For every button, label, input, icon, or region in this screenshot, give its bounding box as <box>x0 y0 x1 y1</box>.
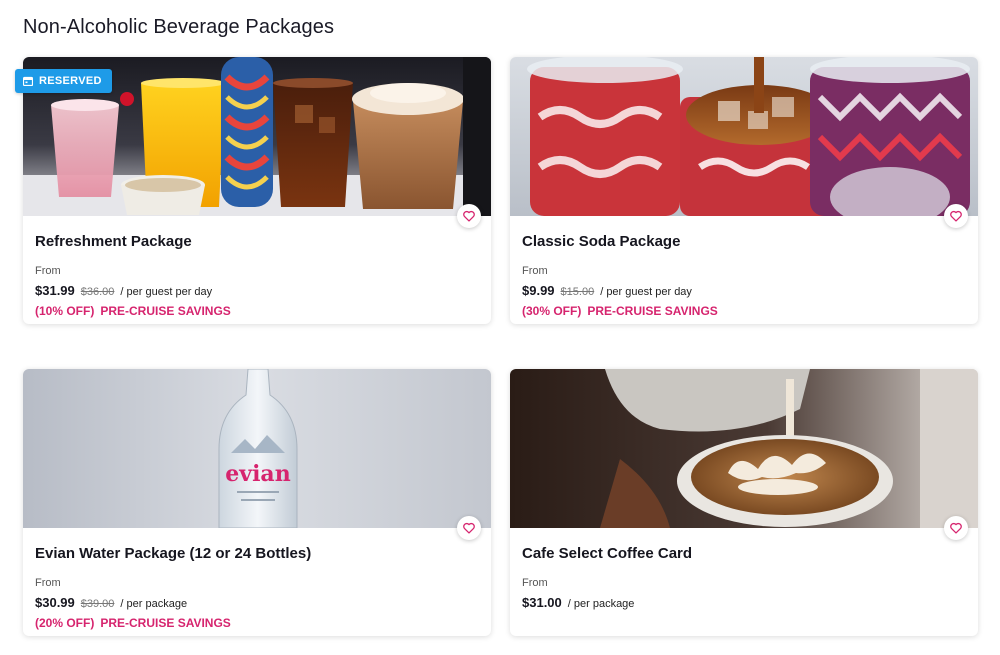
from-label: From <box>35 265 61 277</box>
package-card-evian-water[interactable]: evian Evian Water Package (12 or 24 Bott… <box>23 369 491 636</box>
discount-percent: (30% OFF) <box>522 304 582 318</box>
favorite-button[interactable] <box>944 204 968 228</box>
original-price: $36.00 <box>80 286 115 298</box>
discount-percent: (20% OFF) <box>35 616 95 630</box>
package-card-classic-soda[interactable]: Classic Soda Package From $9.99 $15.00 /… <box>510 57 978 324</box>
reserved-badge: RESERVED <box>15 69 112 93</box>
heart-icon <box>463 522 475 534</box>
evian-bottle-label: evian <box>225 461 290 487</box>
original-price: $39.00 <box>80 598 115 610</box>
savings-label: PRE-CRUISE SAVINGS <box>587 304 718 318</box>
price-unit: / per package <box>567 598 635 610</box>
original-price: $15.00 <box>560 286 595 298</box>
price-row: $31.00 / per package <box>522 595 966 612</box>
section-title: Non-Alcoholic Beverage Packages <box>23 16 335 38</box>
savings-row: (20% OFF) PRE-CRUISE SAVINGS <box>35 616 479 631</box>
soda-cups-image <box>510 57 978 216</box>
discount-percent: (10% OFF) <box>35 304 95 318</box>
package-title[interactable]: Evian Water Package (12 or 24 Bottles) <box>35 545 479 563</box>
package-image[interactable] <box>510 57 978 216</box>
price-row: $9.99 $15.00 / per guest per day <box>522 283 966 300</box>
package-image[interactable]: evian <box>23 369 491 528</box>
badge-label: RESERVED <box>39 75 102 87</box>
calendar-icon <box>23 76 33 86</box>
favorite-button[interactable] <box>457 516 481 540</box>
savings-label: PRE-CRUISE SAVINGS <box>100 616 231 630</box>
savings-row: (30% OFF) PRE-CRUISE SAVINGS <box>522 304 966 319</box>
package-title[interactable]: Classic Soda Package <box>522 233 966 251</box>
latte-art-image <box>510 369 978 528</box>
price-unit: / per guest per day <box>120 286 213 298</box>
price-row: $31.99 $36.00 / per guest per day <box>35 283 479 300</box>
current-price: $9.99 <box>522 283 555 298</box>
favorite-button[interactable] <box>944 516 968 540</box>
from-label: From <box>522 265 548 277</box>
price-unit: / per guest per day <box>600 286 692 298</box>
from-label: From <box>522 577 548 589</box>
heart-icon <box>950 522 962 534</box>
savings-label: PRE-CRUISE SAVINGS <box>100 304 231 318</box>
heart-icon <box>463 210 475 222</box>
favorite-button[interactable] <box>457 204 481 228</box>
current-price: $31.00 <box>522 595 562 610</box>
current-price: $30.99 <box>35 595 75 610</box>
package-image[interactable] <box>510 369 978 528</box>
package-card-refreshment[interactable]: RESERVED Refreshment Package From $31.99… <box>15 57 491 324</box>
price-row: $30.99 $39.00 / per package <box>35 595 479 612</box>
from-label: From <box>35 577 61 589</box>
package-card-cafe-select[interactable]: Cafe Select Coffee Card From $31.00 / pe… <box>510 369 978 636</box>
package-title[interactable]: Refreshment Package <box>35 233 479 251</box>
heart-icon <box>950 210 962 222</box>
current-price: $31.99 <box>35 283 75 298</box>
savings-row: (10% OFF) PRE-CRUISE SAVINGS <box>35 304 479 319</box>
price-unit: / per package <box>120 598 188 610</box>
evian-bottle-image: evian <box>23 369 491 528</box>
package-title[interactable]: Cafe Select Coffee Card <box>522 545 966 563</box>
